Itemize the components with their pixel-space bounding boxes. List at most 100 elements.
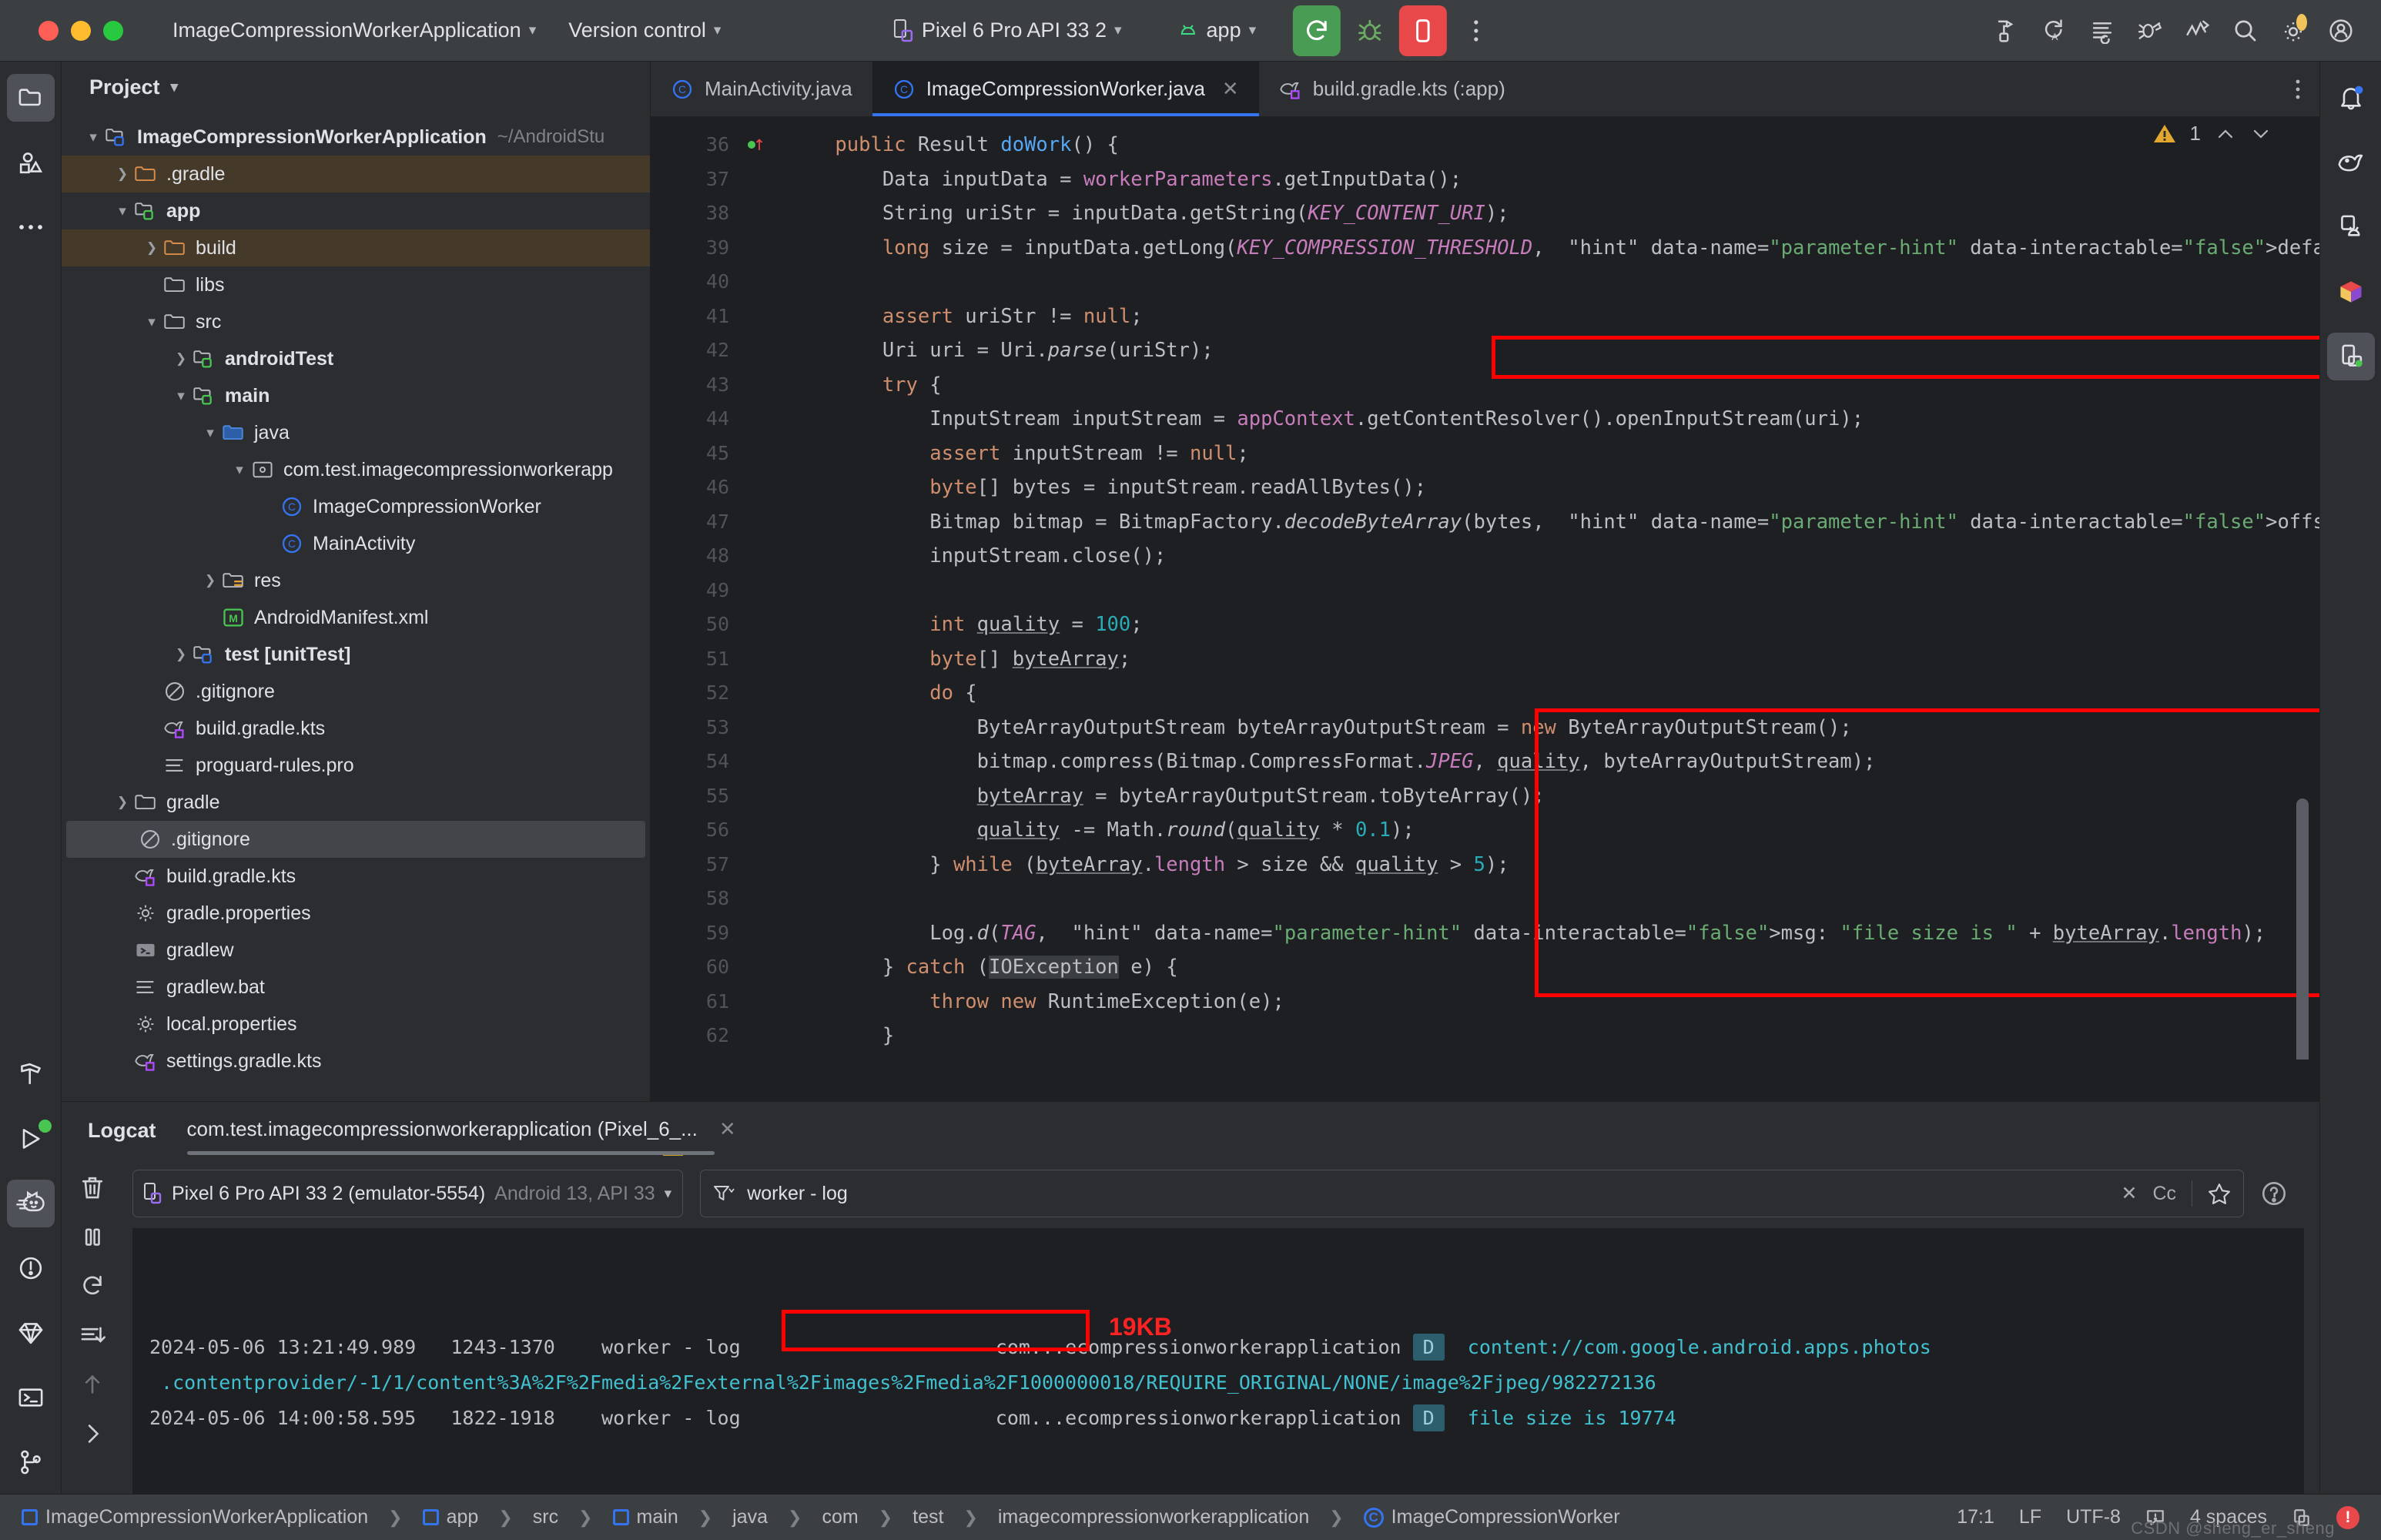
code-line[interactable]: Bitmap bitmap = BitmapFactory.decodeByte… bbox=[788, 505, 2319, 540]
chevron-down-icon[interactable]: ▾ bbox=[229, 461, 249, 479]
tree-item--gitignore[interactable]: .gitignore bbox=[66, 821, 645, 858]
sidebar-item-app-quality-insights[interactable] bbox=[7, 1309, 55, 1357]
chevron-down-icon[interactable]: ▾ bbox=[142, 313, 162, 331]
tree-item-com-test-imagecompressionworkerapp[interactable]: ▾com.test.imagecompressionworkerapp bbox=[62, 451, 650, 488]
tree-item--gradle[interactable]: ❯.gradle bbox=[62, 156, 650, 192]
close-icon[interactable]: ✕ bbox=[719, 1117, 736, 1141]
help-icon[interactable] bbox=[2261, 1180, 2295, 1207]
chevron-right-icon[interactable]: ❯ bbox=[142, 240, 162, 256]
sidebar-item-project[interactable] bbox=[7, 74, 55, 122]
match-case-button[interactable]: Cc bbox=[2152, 1183, 2176, 1205]
app-inspection-button[interactable] bbox=[2128, 9, 2172, 52]
clear-filter-icon[interactable]: ✕ bbox=[2121, 1182, 2137, 1205]
code-line[interactable]: byteArray = byteArrayOutputStream.toByte… bbox=[788, 779, 2319, 814]
code-line[interactable] bbox=[788, 265, 2319, 300]
line-number[interactable]: 55 bbox=[651, 779, 743, 814]
breadcrumb-item-test[interactable]: test bbox=[913, 1506, 943, 1528]
line-number[interactable]: 58 bbox=[651, 882, 743, 916]
line-number[interactable]: 40 bbox=[651, 265, 743, 300]
breadcrumb-item-java[interactable]: java bbox=[732, 1506, 768, 1528]
sidebar-item-run[interactable] bbox=[7, 1115, 55, 1163]
editor-tab-imagecompressionworker-java[interactable]: CImageCompressionWorker.java✕ bbox=[872, 62, 1259, 116]
sidebar-item-resource-manager[interactable] bbox=[7, 139, 55, 186]
line-number[interactable]: 36 bbox=[651, 128, 743, 162]
close-icon[interactable]: ✕ bbox=[1222, 77, 1239, 101]
line-number[interactable]: 43 bbox=[651, 368, 743, 403]
tree-item--gitignore[interactable]: .gitignore bbox=[62, 673, 650, 710]
line-number[interactable]: 62 bbox=[651, 1019, 743, 1053]
line-number[interactable]: 54 bbox=[651, 745, 743, 779]
editor-tab-bar[interactable]: CMainActivity.javaCImageCompressionWorke… bbox=[651, 62, 2319, 117]
search-icon[interactable] bbox=[2224, 9, 2267, 52]
tree-item-app[interactable]: ▾app bbox=[62, 192, 650, 229]
chevron-down-icon[interactable]: ▾ bbox=[83, 129, 103, 146]
code-line[interactable] bbox=[788, 882, 2319, 916]
line-number[interactable]: 50 bbox=[651, 608, 743, 642]
tree-item-androidtest[interactable]: ❯androidTest bbox=[62, 340, 650, 377]
breadcrumb-item-com[interactable]: com bbox=[822, 1506, 858, 1528]
tree-item-gradlew-bat[interactable]: gradlew.bat bbox=[62, 969, 650, 1006]
code-line[interactable]: } bbox=[788, 1019, 2319, 1053]
chevron-right-icon[interactable]: ❯ bbox=[171, 647, 191, 662]
sidebar-item-version-control[interactable] bbox=[7, 1438, 55, 1486]
sidebar-item-more-tools[interactable] bbox=[7, 203, 55, 251]
logcat-row[interactable]: .contentprovider/-1/1/content%3A%2F%2Fme… bbox=[149, 1365, 2304, 1401]
tree-item-imagecompressionworker[interactable]: CImageCompressionWorker bbox=[62, 488, 650, 525]
code-line[interactable] bbox=[788, 574, 2319, 608]
tree-item-src[interactable]: ▾src bbox=[62, 303, 650, 340]
tree-item-res[interactable]: ❯res bbox=[62, 562, 650, 599]
line-number[interactable]: 60 bbox=[651, 950, 743, 985]
line-number[interactable]: 53 bbox=[651, 711, 743, 745]
code-line[interactable]: public Result doWork() { bbox=[788, 128, 2319, 162]
line-number-gutter[interactable]: 3637383940414243444546474849505152535455… bbox=[651, 117, 743, 1060]
sidebar-item-build[interactable] bbox=[7, 1050, 55, 1098]
line-number[interactable]: 42 bbox=[651, 333, 743, 368]
sidebar-item-ml-cube[interactable] bbox=[2327, 268, 2375, 316]
tree-item-gradlew[interactable]: gradlew bbox=[62, 932, 650, 969]
line-number[interactable]: 39 bbox=[651, 231, 743, 266]
line-number[interactable]: 49 bbox=[651, 574, 743, 608]
breadcrumb-item-src[interactable]: src bbox=[533, 1506, 558, 1528]
code-line[interactable]: assert uriStr != null; bbox=[788, 300, 2319, 334]
line-number[interactable]: 52 bbox=[651, 676, 743, 711]
logcat-row[interactable]: 2024-05-06 14:00:58.595 1822-1918 worker… bbox=[149, 1401, 2304, 1436]
line-number[interactable]: 57 bbox=[651, 848, 743, 882]
code-line[interactable]: quality -= Math.round(quality * 0.1); bbox=[788, 813, 2319, 848]
line-number[interactable]: 37 bbox=[651, 162, 743, 197]
code-line[interactable]: inputStream.close(); bbox=[788, 539, 2319, 574]
tree-item-libs[interactable]: libs bbox=[62, 266, 650, 303]
tree-item-gradle[interactable]: ❯gradle bbox=[62, 784, 650, 821]
file-encoding[interactable]: UTF-8 bbox=[2066, 1506, 2121, 1528]
maximize-window-button[interactable] bbox=[103, 21, 123, 41]
line-number[interactable]: 51 bbox=[651, 642, 743, 677]
stop-button[interactable] bbox=[1399, 5, 1447, 56]
line-separator[interactable]: LF bbox=[2019, 1506, 2041, 1528]
breadcrumb-item-imagecompressionworker[interactable]: CImageCompressionWorker bbox=[1364, 1506, 1620, 1528]
breadcrumb-item-main[interactable]: main bbox=[613, 1506, 678, 1528]
trash-icon[interactable] bbox=[79, 1174, 105, 1200]
pause-icon[interactable] bbox=[79, 1224, 105, 1250]
window-controls[interactable] bbox=[39, 21, 123, 41]
breadcrumb-item-imagecompressionworkerapplication[interactable]: imagecompressionworkerapplication bbox=[998, 1506, 1309, 1528]
line-number[interactable]: 46 bbox=[651, 470, 743, 505]
previous-problem-button[interactable] bbox=[2215, 126, 2236, 142]
code-line[interactable]: } catch (IOException e) { bbox=[788, 950, 2319, 985]
code-line[interactable]: Uri uri = Uri.parse(uriStr); bbox=[788, 333, 2319, 368]
tree-item-mainactivity[interactable]: CMainActivity bbox=[62, 525, 650, 562]
line-number[interactable]: 45 bbox=[651, 437, 743, 471]
chevron-down-icon[interactable]: ▾ bbox=[112, 203, 132, 220]
chevron-right-icon[interactable]: ❯ bbox=[112, 166, 132, 182]
project-panel-header[interactable]: Project ▾ bbox=[62, 62, 650, 112]
line-number[interactable]: 61 bbox=[651, 985, 743, 1019]
editor-vertical-scrollbar[interactable] bbox=[2296, 798, 2309, 1060]
sidebar-item-running-devices[interactable] bbox=[2327, 333, 2375, 380]
line-number[interactable]: 59 bbox=[651, 916, 743, 951]
line-number[interactable]: 41 bbox=[651, 300, 743, 334]
favorite-filter-icon[interactable] bbox=[2208, 1183, 2231, 1205]
restart-icon[interactable] bbox=[79, 1273, 105, 1299]
tree-item-test-unittest-[interactable]: ❯test [unitTest] bbox=[62, 636, 650, 673]
sidebar-item-gradle[interactable] bbox=[2327, 139, 2375, 186]
chevron-right-icon[interactable] bbox=[79, 1421, 105, 1447]
editor-inspections-widget[interactable]: 1 bbox=[2153, 122, 2272, 146]
code-line[interactable]: byte[] byteArray; bbox=[788, 642, 2319, 677]
